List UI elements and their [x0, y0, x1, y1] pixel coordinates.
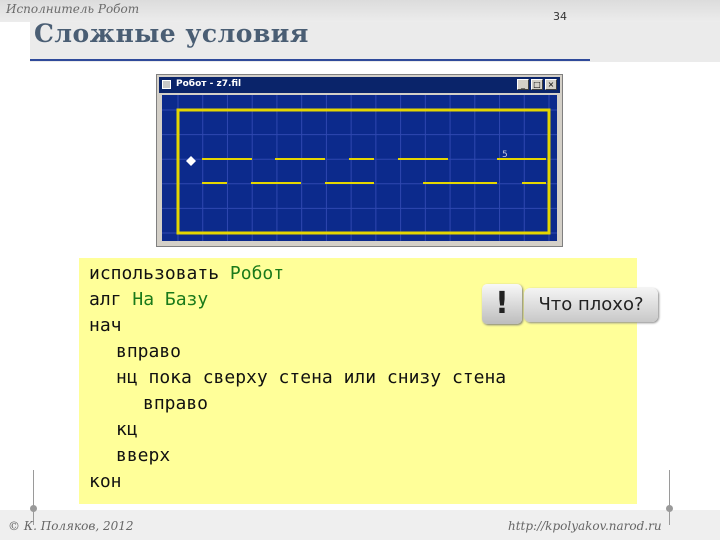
code-line-2: алг На Базу [89, 288, 208, 312]
left-decor-line [33, 470, 34, 525]
copyright: © К. Поляков, 2012 [8, 519, 134, 533]
code-line-5: нц пока сверху стена или снизу стена [116, 367, 507, 388]
code-line-9: кон [89, 471, 122, 492]
code-identifier: На Базу [132, 289, 209, 310]
page-number: 34 [553, 10, 567, 23]
footer-url[interactable]: http://kpolyakov.narod.ru [508, 519, 662, 533]
robot-field: 5 [162, 95, 557, 241]
code-line-8: вверх [116, 445, 171, 466]
left-decor-dot [30, 505, 37, 512]
robot-icon [186, 156, 196, 166]
code-line-7: кц [116, 419, 138, 440]
minimize-button[interactable]: _ [517, 79, 529, 90]
outer-wall [176, 108, 551, 235]
right-decor-line [669, 470, 670, 525]
field-grid [162, 95, 557, 241]
inner-walls [202, 158, 546, 184]
code-keyword: использовать [89, 263, 220, 284]
robot-window-titlebar[interactable]: Робот - z7.fil _ □ × [159, 77, 560, 93]
callout-bubble: Что плохо? [524, 288, 658, 322]
exclamation-icon: ! [495, 286, 509, 321]
title-underline [30, 59, 590, 61]
robot-window: Робот - z7.fil _ □ × 5 [156, 74, 563, 247]
maximize-button[interactable]: □ [531, 79, 543, 90]
slide: Исполнитель Робот 34 Сложные условия © К… [0, 0, 720, 540]
code-identifier: Робот [229, 263, 285, 284]
section-label: Исполнитель Робот [6, 2, 140, 16]
robot-app-icon [162, 80, 171, 89]
right-decor-dot [666, 505, 673, 512]
code-line-4: вправо [116, 341, 182, 362]
slide-title: Сложные условия [34, 19, 309, 48]
code-keyword: алг [89, 289, 122, 310]
alert-badge: ! [482, 284, 522, 324]
close-button[interactable]: × [545, 79, 557, 90]
code-line-3: нач [89, 315, 122, 336]
code-line-1: использовать Робот [89, 262, 284, 286]
robot-window-title: Робот - z7.fil [176, 79, 242, 89]
robot-field-svg: 5 [162, 95, 557, 241]
cell-number: 5 [502, 150, 508, 160]
code-line-6: вправо [143, 393, 209, 414]
